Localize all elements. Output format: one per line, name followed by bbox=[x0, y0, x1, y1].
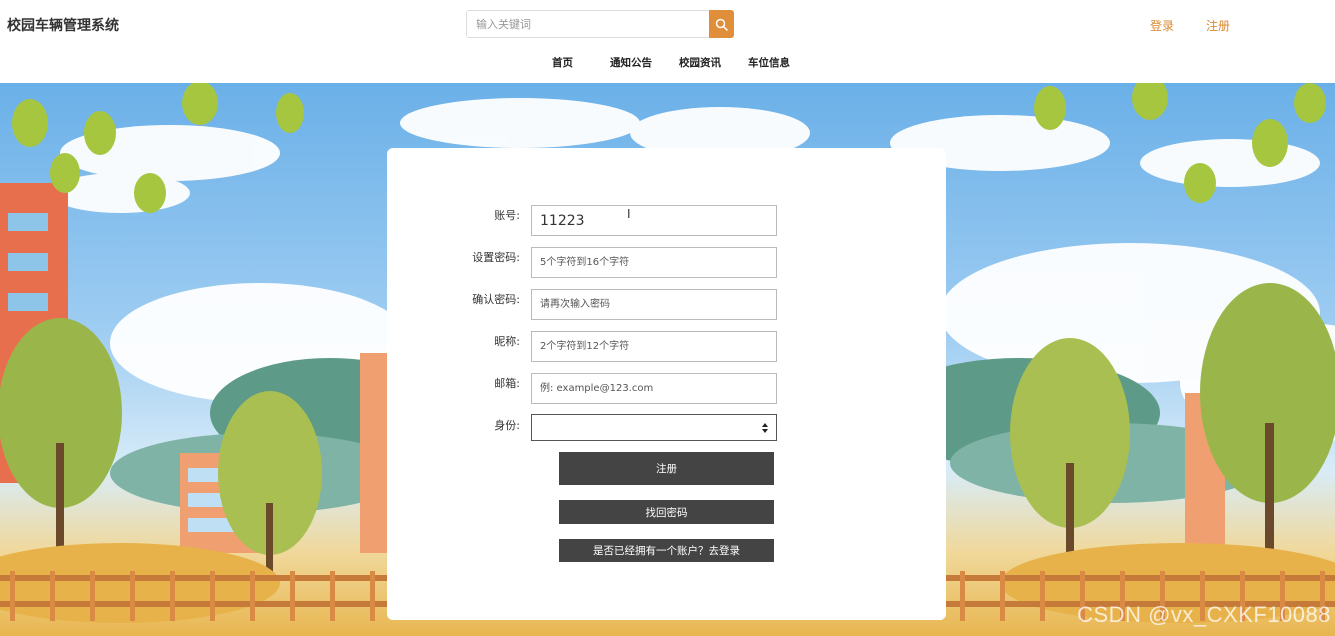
confirm-password-input[interactable] bbox=[531, 289, 777, 320]
password-label: 设置密码: bbox=[472, 251, 520, 264]
email-label: 邮箱: bbox=[494, 377, 520, 390]
email-input[interactable] bbox=[531, 373, 777, 404]
select-arrows-icon bbox=[762, 423, 768, 433]
login-link[interactable]: 登录 bbox=[1150, 17, 1174, 34]
header: 校园车辆管理系统 登录 注册 首页 通知公告 校园资讯 车位信息 bbox=[0, 0, 1335, 83]
confirm-password-label: 确认密码: bbox=[472, 293, 520, 306]
search-bar bbox=[466, 10, 734, 38]
nav-news[interactable]: 校园资讯 bbox=[679, 55, 721, 70]
role-label: 身份: bbox=[494, 419, 520, 432]
search-input[interactable] bbox=[466, 10, 710, 38]
nav-notices[interactable]: 通知公告 bbox=[610, 55, 652, 70]
role-select[interactable] bbox=[531, 414, 777, 441]
watermark: CSDN @vx_CXKF10088 bbox=[1077, 602, 1331, 627]
register-button[interactable]: 注册 bbox=[559, 452, 774, 485]
nav-parking[interactable]: 车位信息 bbox=[748, 55, 790, 70]
nickname-input[interactable] bbox=[531, 331, 777, 362]
password-input[interactable] bbox=[531, 247, 777, 278]
search-button[interactable] bbox=[709, 10, 734, 38]
search-icon bbox=[715, 18, 728, 31]
account-label: 账号: bbox=[494, 209, 520, 222]
nickname-label: 昵称: bbox=[494, 335, 520, 348]
register-link[interactable]: 注册 bbox=[1206, 17, 1230, 34]
goto-login-button[interactable]: 是否已经拥有一个账户？去登录 bbox=[559, 539, 774, 562]
nav-home[interactable]: 首页 bbox=[552, 55, 573, 70]
site-title: 校园车辆管理系统 bbox=[7, 18, 119, 34]
forgot-password-button[interactable]: 找回密码 bbox=[559, 500, 774, 524]
text-cursor-icon: I bbox=[627, 207, 631, 221]
account-input[interactable] bbox=[531, 205, 777, 236]
